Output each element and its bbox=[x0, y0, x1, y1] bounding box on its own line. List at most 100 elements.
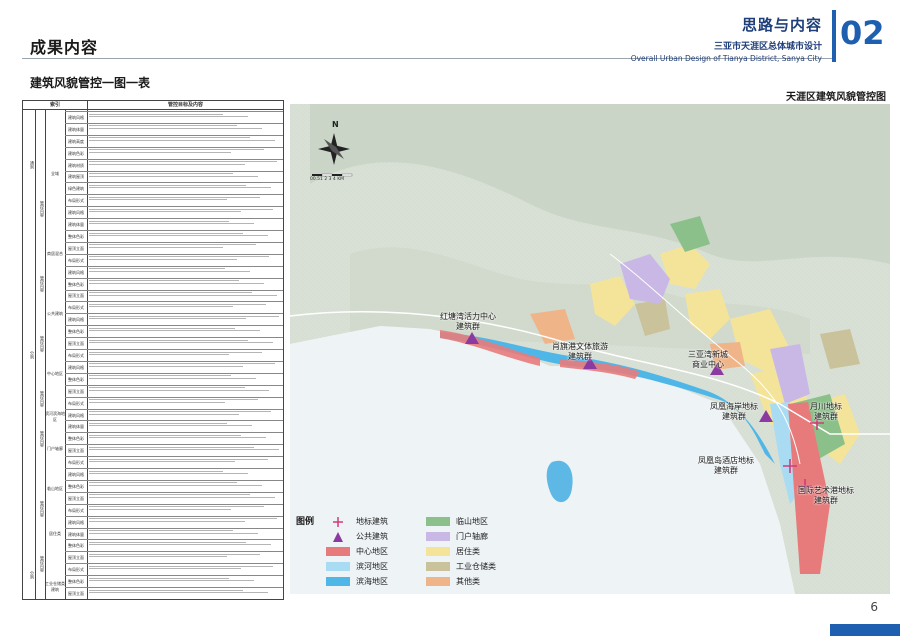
table-item-label: 建筑屋顶 bbox=[68, 174, 84, 180]
table-item-label: 整体色彩 bbox=[68, 329, 84, 335]
legend-label: 工业仓储类 bbox=[456, 562, 496, 571]
control-table: 索引 管控目标及内容 建筑风格 建筑体量 建筑高度 建筑色彩 建筑材质 建筑屋顶 绿色建筑布… bbox=[22, 100, 284, 600]
table-content-cell bbox=[89, 160, 281, 170]
table-content-cell bbox=[89, 588, 281, 598]
table-item-label: 屋顶立面 bbox=[68, 245, 84, 251]
table-content-cell bbox=[89, 529, 281, 539]
table-content-cell bbox=[89, 469, 281, 479]
legend-swatch bbox=[326, 562, 350, 571]
table-area-label: 公共建筑 bbox=[47, 311, 63, 316]
legend-label: 临山地区 bbox=[456, 517, 488, 526]
legend-swatch bbox=[426, 517, 450, 526]
table-item-label: 屋顶立面 bbox=[68, 555, 84, 561]
table-item-label: 建筑风格 bbox=[68, 519, 84, 525]
table-item-label: 建筑体量 bbox=[68, 222, 84, 228]
table-control-label: 管控内容 bbox=[40, 501, 45, 517]
table-item-label: 建筑材质 bbox=[68, 162, 84, 168]
map-label-hongtang: 红塘湾活力中心 建筑群 bbox=[440, 312, 496, 331]
table-content-cell bbox=[89, 457, 281, 467]
legend-item: 地标建筑 bbox=[326, 516, 388, 527]
footer-accent-bar bbox=[830, 624, 900, 636]
table-content-cell bbox=[89, 112, 281, 122]
map-label-guoji: 国际艺术港地标 建筑群 bbox=[798, 486, 854, 505]
legend-swatch bbox=[326, 547, 350, 556]
table-area-label: 居住类 bbox=[49, 531, 61, 536]
table-item-label: 布局形式 bbox=[68, 567, 84, 573]
legend-item: 临山地区 bbox=[426, 516, 488, 527]
table-content-cell bbox=[89, 219, 281, 229]
table-content-cell bbox=[89, 314, 281, 324]
table-item-label: 建筑色彩 bbox=[68, 150, 84, 156]
table-content-cell bbox=[89, 505, 281, 515]
legend-label: 居住类 bbox=[456, 547, 480, 556]
table-item-label: 整体色彩 bbox=[68, 579, 84, 585]
legend-swatch bbox=[426, 532, 450, 541]
table-content-cell bbox=[89, 421, 281, 431]
table-content-cell bbox=[89, 386, 281, 396]
table-item-label: 建筑风格 bbox=[68, 472, 84, 478]
chapter-separator bbox=[832, 10, 836, 62]
table-content-cell bbox=[89, 148, 281, 158]
table-item-label: 整体色彩 bbox=[68, 483, 84, 489]
table-item-label: 布局形式 bbox=[68, 460, 84, 466]
table-area-label: 中心地区 bbox=[47, 371, 63, 376]
legend-label: 地标建筑 bbox=[356, 517, 388, 526]
project-name: 三亚市天涯区总体城市设计 bbox=[713, 42, 822, 52]
legend-item: 其他类 bbox=[426, 576, 480, 587]
legend-label: 滨河地区 bbox=[356, 562, 388, 571]
table-area-label: 门户轴廊 bbox=[47, 446, 63, 451]
table-item-label: 屋顶立面 bbox=[68, 448, 84, 454]
table-content-cell bbox=[89, 433, 281, 443]
table-header-content: 管控目标及内容 bbox=[167, 102, 203, 108]
legend-label: 公共建筑 bbox=[356, 532, 388, 541]
table-content-cell bbox=[89, 445, 281, 455]
table-content-cell bbox=[89, 540, 281, 550]
legend-label: 中心地区 bbox=[356, 547, 388, 556]
table-item-label: 布局形式 bbox=[68, 400, 84, 406]
legend-item: 居住类 bbox=[426, 546, 480, 557]
table-item-label: 建筑体量 bbox=[68, 126, 84, 132]
table-content-cell bbox=[89, 207, 281, 217]
scale-label: 00.51 2 3 4 KM bbox=[310, 177, 345, 182]
table-content-cell bbox=[89, 517, 281, 527]
table-item-label: 绿色建筑 bbox=[68, 186, 84, 192]
table-area-label: 滨河滨海地区 bbox=[45, 411, 65, 422]
table-item-label: 建筑风格 bbox=[68, 210, 84, 216]
table-item-label: 建筑风格 bbox=[68, 269, 84, 275]
map-legend: 图例 地标建筑 公共建筑 中心地区 滨河地区 滨海地区 临山地区 门户轴廊 居住类 工业仓储类其… bbox=[296, 512, 536, 594]
legend-swatch bbox=[426, 547, 450, 556]
table-control-label: 管控内容 bbox=[40, 391, 45, 407]
table-item-label: 屋顶立面 bbox=[68, 388, 84, 394]
table-content-cell bbox=[89, 410, 281, 420]
legend-title: 图例 bbox=[296, 517, 315, 527]
legend-item: 滨河地区 bbox=[326, 561, 388, 572]
scale-bar bbox=[312, 173, 353, 177]
page-number: 6 bbox=[870, 600, 878, 614]
table-content-cell bbox=[89, 338, 281, 348]
table-area-label: 全域 bbox=[51, 171, 59, 176]
table-control-label: 管控内容 bbox=[40, 336, 45, 352]
table-category-label: 分则 bbox=[30, 571, 35, 579]
map-label-sanyawan: 三亚湾新城 商业中心 bbox=[688, 350, 728, 369]
table-item-label: 建筑高度 bbox=[68, 138, 84, 144]
table-item-label: 整体色彩 bbox=[68, 233, 84, 239]
table-item-label: 布局形式 bbox=[68, 305, 84, 311]
table-control-label: 管控内容 bbox=[40, 556, 45, 572]
table-content-cell bbox=[89, 279, 281, 289]
table-control-label: 管控内容 bbox=[40, 276, 45, 292]
triangle-marker-icon bbox=[326, 531, 350, 542]
table-content-cell bbox=[89, 350, 281, 360]
table-item-label: 整体色彩 bbox=[68, 436, 84, 442]
table-item-label: 建筑风格 bbox=[68, 412, 84, 418]
map-title: 天涯区建筑风貌管控图 bbox=[786, 92, 886, 103]
table-item-label: 整体色彩 bbox=[68, 281, 84, 287]
table-content-cell bbox=[89, 493, 281, 503]
table-item-label: 布局形式 bbox=[68, 198, 84, 204]
table-content-cell bbox=[89, 576, 281, 586]
table-area-label: 工业仓储类建筑 bbox=[45, 581, 65, 592]
legend-item: 滨海地区 bbox=[326, 576, 388, 587]
table-content-cell bbox=[89, 291, 281, 301]
table-content-cell bbox=[89, 362, 281, 372]
table-item-label: 屋顶立面 bbox=[68, 341, 84, 347]
legend-swatch bbox=[426, 577, 450, 586]
